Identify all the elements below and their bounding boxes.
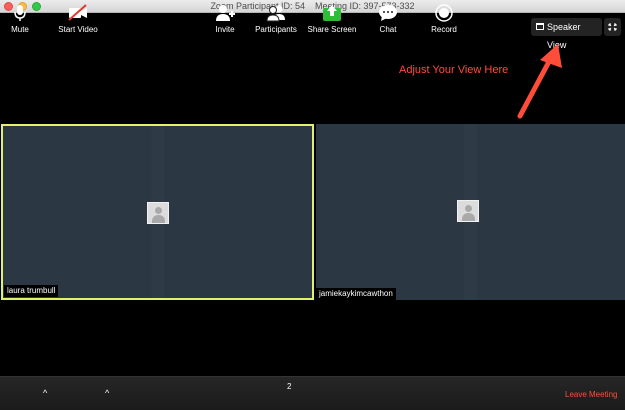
record-label: Record	[431, 25, 457, 34]
chat-icon	[379, 5, 397, 21]
mute-button[interactable]: Mute	[6, 2, 34, 34]
speaker-view-icon	[536, 23, 544, 30]
record-button[interactable]: Record	[428, 2, 460, 34]
meeting-toolbar	[0, 376, 625, 410]
invite-button[interactable]: Invite	[210, 2, 240, 34]
participants-label: Participants	[255, 25, 297, 34]
share-screen-button[interactable]: Share Screen	[306, 2, 358, 34]
participant-name: laura trumbull	[4, 285, 59, 297]
leave-meeting-button[interactable]: Leave Meeting	[565, 390, 617, 399]
invite-icon	[216, 5, 235, 21]
video-off-icon	[68, 4, 87, 21]
speaker-view-button[interactable]: Speaker View	[531, 18, 602, 50]
mute-label: Mute	[11, 25, 29, 34]
microphone-icon	[14, 5, 26, 21]
participant-video-tile[interactable]: jamiekaykimcawthon	[316, 124, 625, 300]
fullscreen-button[interactable]	[604, 18, 621, 36]
participants-count-badge: 2	[287, 382, 292, 391]
participant-name: jamiekaykimcawthon	[316, 288, 396, 300]
start-video-label: Start Video	[58, 25, 98, 34]
record-icon	[435, 4, 453, 22]
share-screen-icon	[323, 5, 341, 21]
participants-icon	[266, 5, 285, 22]
chat-button[interactable]: Chat	[374, 2, 402, 34]
chat-label: Chat	[379, 25, 397, 34]
invite-label: Invite	[215, 25, 235, 34]
avatar	[147, 202, 169, 224]
participant-video-tile[interactable]: laura trumbull	[1, 124, 314, 300]
start-video-button[interactable]: Start Video	[56, 2, 100, 34]
annotation-text: Adjust Your View Here	[399, 64, 509, 76]
participants-button[interactable]: Participants	[252, 2, 300, 34]
share-screen-label: Share Screen	[307, 25, 357, 34]
audio-options-chevron-icon[interactable]: ^	[43, 388, 47, 398]
fullscreen-icon	[608, 23, 617, 31]
annotation-arrow-icon	[517, 44, 562, 119]
avatar	[457, 200, 479, 222]
video-options-chevron-icon[interactable]: ^	[105, 388, 109, 398]
